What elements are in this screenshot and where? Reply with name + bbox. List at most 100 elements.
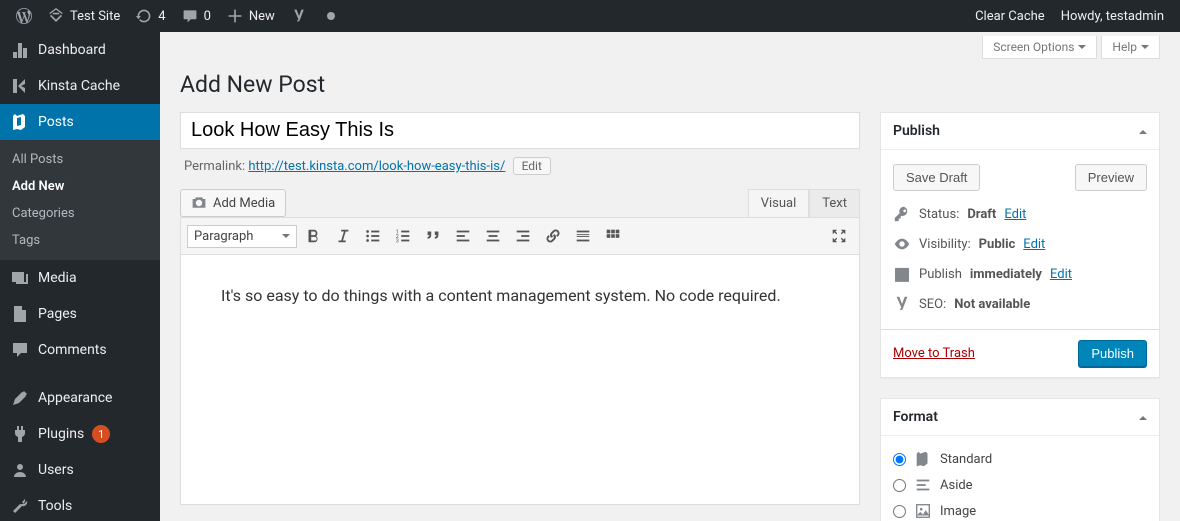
format-select[interactable]: Paragraph <box>187 225 297 248</box>
comments-count: 0 <box>204 9 211 24</box>
visibility-row: Visibility: Public Edit <box>893 229 1147 259</box>
format-radio[interactable] <box>893 479 906 492</box>
updates-count: 4 <box>158 9 165 24</box>
help-tab[interactable]: Help <box>1101 36 1160 59</box>
chevron-down-icon <box>1141 45 1149 53</box>
camera-icon <box>191 195 207 211</box>
side-column: Publish Save Draft Preview Status: Draft… <box>880 112 1160 521</box>
format-icon <box>914 502 932 520</box>
menu-posts[interactable]: Posts <box>0 104 160 140</box>
menu-comments[interactable]: Comments <box>0 332 160 368</box>
schedule-row: Publish immediately Edit <box>893 259 1147 289</box>
menu-appearance[interactable]: Appearance <box>0 380 160 416</box>
updates[interactable]: 4 <box>128 0 173 32</box>
admin-sidebar: Dashboard Kinsta Cache Posts All Posts A… <box>0 32 160 521</box>
format-radio[interactable] <box>893 453 906 466</box>
posts-submenu: All Posts Add New Categories Tags <box>0 140 160 260</box>
tab-visual[interactable]: Visual <box>748 189 810 217</box>
align-right-button[interactable] <box>509 222 537 250</box>
format-option-standard[interactable]: Standard <box>893 446 1147 472</box>
format-label: Aside <box>940 478 973 493</box>
plugins-badge: 1 <box>92 425 110 443</box>
page-title: Add New Post <box>180 71 1160 98</box>
align-center-button[interactable] <box>479 222 507 250</box>
link-button[interactable] <box>539 222 567 250</box>
format-radio[interactable] <box>893 505 906 518</box>
clear-cache[interactable]: Clear Cache <box>967 0 1053 32</box>
post-title-input[interactable] <box>180 112 860 149</box>
status-dot[interactable] <box>315 0 347 32</box>
new-label: New <box>249 9 275 24</box>
new-content[interactable]: New <box>219 0 283 32</box>
move-to-trash[interactable]: Move to Trash <box>893 346 975 361</box>
status-row: Status: Draft Edit <box>893 199 1147 229</box>
edit-schedule[interactable]: Edit <box>1050 267 1072 282</box>
wrap: Dashboard Kinsta Cache Posts All Posts A… <box>0 32 1180 521</box>
calendar-icon <box>893 265 911 283</box>
editor-body[interactable]: It's so easy to do things with a content… <box>180 255 860 505</box>
format-option-aside[interactable]: Aside <box>893 472 1147 498</box>
screen-options-tab[interactable]: Screen Options <box>982 36 1097 59</box>
bold-button[interactable] <box>299 222 327 250</box>
editor-tabs: Visual Text <box>748 189 860 217</box>
publish-box-header[interactable]: Publish <box>881 113 1159 150</box>
menu-pages[interactable]: Pages <box>0 296 160 332</box>
format-box: Format StandardAsideImageVideo <box>880 398 1160 521</box>
howdy[interactable]: Howdy, testadmin <box>1053 0 1172 32</box>
format-option-image[interactable]: Image <box>893 498 1147 521</box>
edit-visibility[interactable]: Edit <box>1023 237 1045 252</box>
format-icon <box>914 450 932 468</box>
blockquote-button[interactable] <box>419 222 447 250</box>
align-left-button[interactable] <box>449 222 477 250</box>
chevron-up-icon <box>1139 126 1147 134</box>
readmore-button[interactable] <box>569 222 597 250</box>
sub-add-new[interactable]: Add New <box>0 173 160 200</box>
permalink-label: Permalink: <box>184 159 245 174</box>
permalink-url[interactable]: http://test.kinsta.com/look-how-easy-thi… <box>248 159 505 174</box>
format-box-header[interactable]: Format <box>881 399 1159 436</box>
format-label: Image <box>940 504 976 519</box>
italic-button[interactable] <box>329 222 357 250</box>
menu-kinsta-cache[interactable]: Kinsta Cache <box>0 68 160 104</box>
sub-categories[interactable]: Categories <box>0 200 160 227</box>
content: Screen Options Help Add New Post Permali… <box>160 32 1180 521</box>
main-column: Permalink: http://test.kinsta.com/look-h… <box>180 112 860 521</box>
add-media-button[interactable]: Add Media <box>180 189 286 217</box>
wp-logo[interactable] <box>8 0 40 32</box>
permalink-edit-button[interactable]: Edit <box>513 157 551 175</box>
chevron-down-icon <box>1078 45 1086 53</box>
comments-bubble[interactable]: 0 <box>174 0 219 32</box>
site-name-label: Test Site <box>70 9 120 24</box>
site-name[interactable]: Test Site <box>40 0 128 32</box>
format-icon <box>914 476 932 494</box>
numbered-list-button[interactable]: 123 <box>389 222 417 250</box>
yoast-icon <box>893 295 911 313</box>
chevron-up-icon <box>1139 412 1147 420</box>
save-draft-button[interactable]: Save Draft <box>893 164 980 191</box>
menu-tools[interactable]: Tools <box>0 488 160 521</box>
seo-row: SEO: Not available <box>893 289 1147 319</box>
publish-box: Publish Save Draft Preview Status: Draft… <box>880 112 1160 378</box>
tab-text[interactable]: Text <box>809 189 860 217</box>
format-label: Standard <box>940 452 992 467</box>
screen-meta-links: Screen Options Help <box>180 32 1160 59</box>
fullscreen-button[interactable] <box>825 222 853 250</box>
preview-button[interactable]: Preview <box>1075 164 1147 191</box>
sub-tags[interactable]: Tags <box>0 227 160 254</box>
menu-media[interactable]: Media <box>0 260 160 296</box>
edit-status[interactable]: Edit <box>1004 207 1026 222</box>
key-icon <box>893 205 911 223</box>
admin-bar: Test Site 4 0 New Clear Cache Howdy, tes… <box>0 0 1180 32</box>
bullet-list-button[interactable] <box>359 222 387 250</box>
editor-toolbar: Paragraph 123 <box>180 217 860 255</box>
menu-plugins[interactable]: Plugins1 <box>0 416 160 452</box>
sub-all-posts[interactable]: All Posts <box>0 146 160 173</box>
menu-users[interactable]: Users <box>0 452 160 488</box>
yoast-icon[interactable] <box>283 0 315 32</box>
eye-icon <box>893 235 911 253</box>
publish-button[interactable]: Publish <box>1078 340 1147 367</box>
permalink-row: Permalink: http://test.kinsta.com/look-h… <box>184 157 856 175</box>
toolbar-toggle-button[interactable] <box>599 222 627 250</box>
menu-dashboard[interactable]: Dashboard <box>0 32 160 68</box>
chevron-down-icon <box>282 234 290 242</box>
